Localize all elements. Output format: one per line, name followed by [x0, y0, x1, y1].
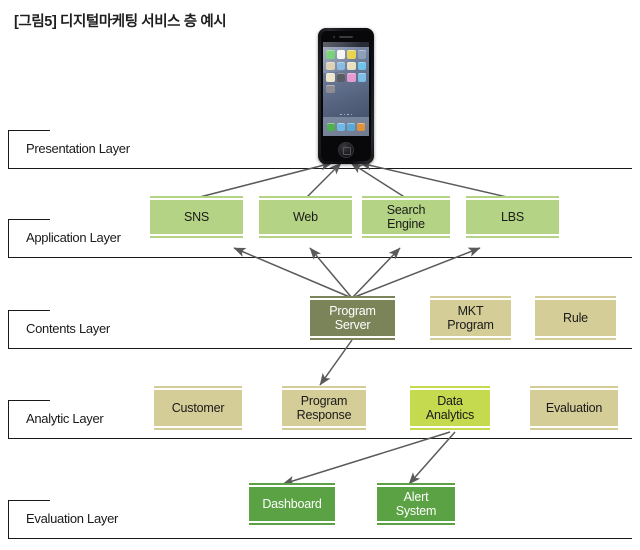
node-sns[interactable]: SNS — [150, 196, 243, 238]
bracket-stub — [8, 400, 50, 401]
arrow-program-server-to-search-engine — [351, 247, 401, 299]
node-label: Alert System — [395, 490, 437, 518]
app-icon — [336, 50, 345, 59]
app-grid — [326, 50, 366, 93]
bracket-vertical — [8, 219, 9, 257]
app-icon — [326, 73, 335, 82]
node-web[interactable]: Web — [259, 196, 352, 238]
arrow-data-analytics-to-alert-system — [408, 431, 456, 485]
bracket-baseline — [8, 257, 632, 258]
app-icon — [347, 50, 356, 59]
app-icon — [347, 73, 356, 82]
layer-label-presentation: Presentation Layer — [26, 141, 130, 156]
bracket-vertical — [8, 500, 9, 538]
app-icon — [326, 84, 335, 93]
bracket-stub — [8, 500, 50, 501]
node-alert-system[interactable]: Alert System — [377, 483, 455, 525]
node-label: Search Engine — [386, 203, 426, 231]
node-label: Dashboard — [262, 497, 322, 511]
node-label: Rule — [563, 311, 588, 325]
node-label: Evaluation — [545, 401, 603, 415]
page-title: [그림5] 디지털마케팅 서비스 층 예시 — [14, 14, 227, 30]
layer-label-contents: Contents Layer — [26, 321, 110, 336]
page-dots — [323, 113, 369, 115]
arrow-program-server-to-lbs — [351, 247, 481, 299]
arrow-program-server-to-program-response — [319, 339, 353, 386]
app-icon — [357, 73, 366, 82]
node-label: Program Response — [296, 394, 352, 422]
node-data-analytics[interactable]: Data Analytics — [410, 386, 490, 430]
bracket-stub — [8, 310, 50, 311]
app-icon — [347, 61, 356, 70]
node-evaluation[interactable]: Evaluation — [530, 386, 618, 430]
node-label: Program Server — [329, 304, 376, 332]
bracket-vertical — [8, 400, 9, 438]
node-label: Web — [293, 210, 318, 224]
node-rule[interactable]: Rule — [535, 296, 616, 340]
mail-app-icon — [337, 122, 345, 131]
node-label: Customer — [171, 401, 225, 415]
node-program-server[interactable]: Program Server — [310, 296, 395, 340]
node-lbs[interactable]: LBS — [466, 196, 559, 238]
node-mkt-program[interactable]: MKT Program — [430, 296, 511, 340]
browser-app-icon — [347, 122, 355, 131]
bracket-baseline — [8, 348, 632, 349]
node-program-response[interactable]: Program Response — [282, 386, 366, 430]
bracket-stub — [8, 219, 50, 220]
page-dot — [340, 113, 342, 115]
phone-screen — [323, 42, 369, 136]
page-dot — [347, 113, 349, 115]
earpiece-icon — [339, 36, 353, 38]
arrow-data-analytics-to-dashboard — [282, 431, 451, 486]
app-icon-empty — [347, 85, 356, 94]
bracket-baseline — [8, 538, 632, 539]
app-icon — [336, 73, 345, 82]
node-dashboard[interactable]: Dashboard — [249, 483, 335, 525]
music-app-icon — [357, 122, 365, 131]
arrow-program-server-to-sns — [233, 247, 353, 299]
home-button[interactable] — [338, 142, 354, 158]
app-icon-empty — [337, 85, 346, 94]
app-icon — [336, 61, 345, 70]
app-icon — [326, 61, 335, 70]
app-icon — [357, 61, 366, 70]
app-icon — [357, 50, 366, 59]
bracket-baseline — [8, 438, 632, 439]
phone-app-icon — [327, 122, 335, 131]
node-search-engine[interactable]: Search Engine — [362, 196, 450, 238]
app-icon-empty — [358, 85, 367, 94]
bracket-stub — [8, 130, 50, 131]
node-label: LBS — [500, 210, 525, 224]
node-customer[interactable]: Customer — [154, 386, 242, 430]
layer-label-evaluation: Evaluation Layer — [26, 511, 119, 526]
layer-label-analytic: Analytic Layer — [26, 411, 104, 426]
phone-dock — [323, 117, 369, 136]
bracket-vertical — [8, 130, 9, 168]
node-label: Data Analytics — [425, 394, 475, 422]
arrow-program-server-to-web — [309, 247, 353, 299]
node-label: MKT Program — [447, 304, 494, 332]
node-label: SNS — [183, 210, 210, 224]
app-icon — [326, 50, 335, 59]
page-dot — [350, 113, 352, 115]
smartphone-icon — [318, 28, 374, 164]
status-bar — [323, 42, 369, 47]
page-dot — [343, 113, 345, 115]
front-camera-icon — [333, 36, 335, 38]
layer-label-application: Application Layer — [26, 230, 121, 245]
bracket-baseline — [8, 168, 632, 169]
bracket-vertical — [8, 310, 9, 348]
